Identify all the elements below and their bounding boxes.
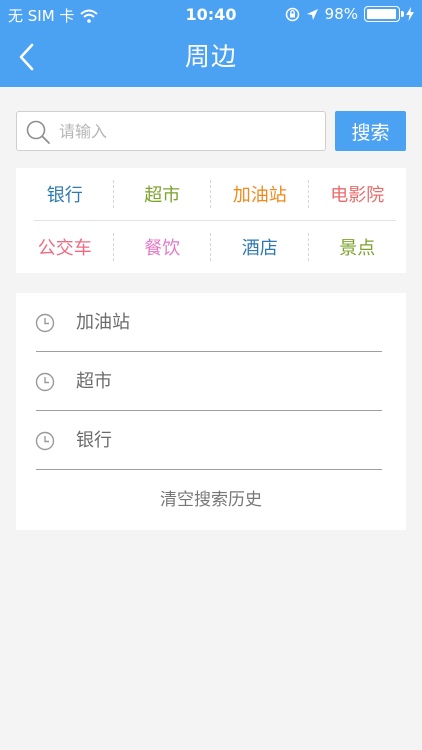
category-cinema[interactable]: 电影院 xyxy=(309,168,407,220)
location-arrow-icon xyxy=(306,8,318,20)
search-input[interactable] xyxy=(59,112,319,150)
battery-percent: 98% xyxy=(324,5,358,23)
category-supermarket[interactable]: 超市 xyxy=(114,168,212,220)
clock-icon xyxy=(35,372,55,392)
search-box[interactable] xyxy=(16,111,326,151)
clear-history-button[interactable]: 清空搜索历史 xyxy=(16,470,406,530)
category-bank[interactable]: 银行 xyxy=(16,168,114,220)
rotation-lock-icon xyxy=(285,7,299,21)
history-item[interactable]: 加油站 xyxy=(16,293,406,352)
category-bus[interactable]: 公交车 xyxy=(16,221,114,273)
battery-fill xyxy=(367,9,397,19)
history-item-label: 超市 xyxy=(76,371,112,392)
category-hotel[interactable]: 酒店 xyxy=(211,221,309,273)
clock-icon xyxy=(35,313,55,333)
category-row: 公交车 餐饮 酒店 景点 xyxy=(16,221,406,273)
category-dining[interactable]: 餐饮 xyxy=(114,221,212,273)
search-history-panel: 加油站 超市 银行 清空搜索历史 xyxy=(16,293,406,530)
page-title: 周边 xyxy=(184,42,237,71)
category-attractions[interactable]: 景点 xyxy=(309,221,407,273)
category-row: 银行 超市 加油站 电影院 xyxy=(16,168,406,220)
history-item[interactable]: 银行 xyxy=(16,411,406,470)
battery-icon xyxy=(364,6,404,22)
status-right: 98% xyxy=(285,5,414,23)
clock-icon xyxy=(35,431,55,451)
category-panel: 银行 超市 加油站 电影院 公交车 餐饮 酒店 景点 xyxy=(16,168,406,273)
history-item-label: 银行 xyxy=(76,430,112,451)
status-bar: 无 SIM 卡 10:40 98% xyxy=(0,0,422,30)
history-item-label: 加油站 xyxy=(76,312,130,333)
search-button[interactable]: 搜索 xyxy=(335,111,406,151)
category-gas-station[interactable]: 加油站 xyxy=(211,168,309,220)
header-bar: 无 SIM 卡 10:40 98% 周边 xyxy=(0,0,422,87)
search-icon xyxy=(26,120,50,144)
history-item[interactable]: 超市 xyxy=(16,352,406,411)
charging-bolt-icon xyxy=(406,7,414,21)
